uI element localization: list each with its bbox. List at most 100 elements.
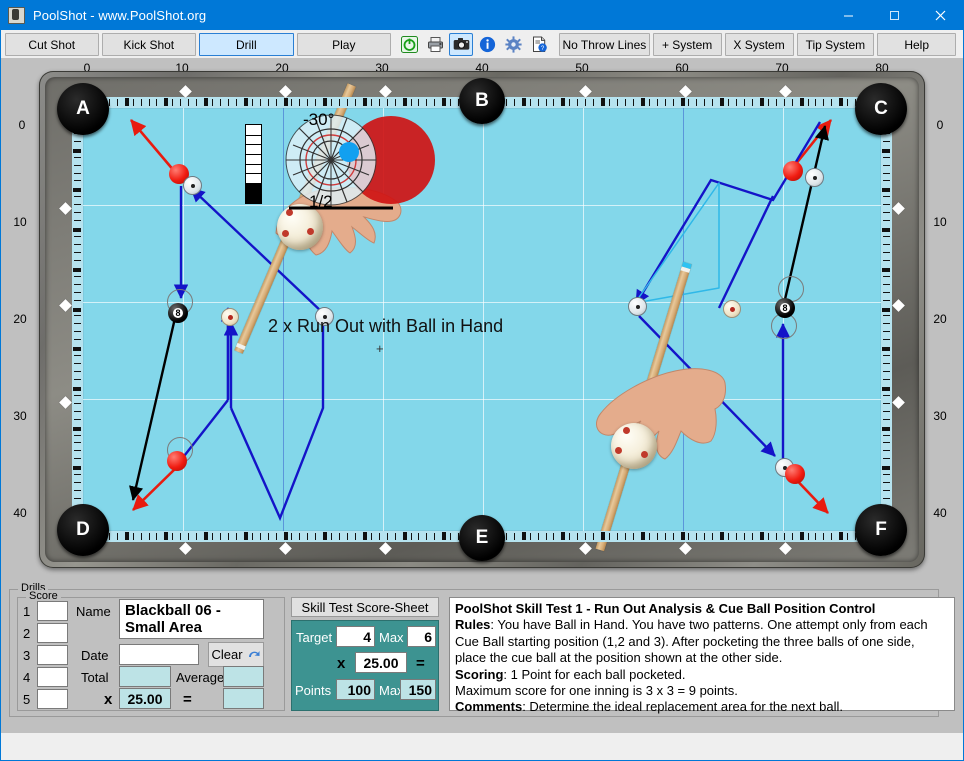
score-input-2[interactable] xyxy=(37,623,68,643)
scoring-label: Scoring xyxy=(455,666,504,682)
rules-label: Rules xyxy=(455,617,491,633)
ball-eight-right[interactable]: 8 xyxy=(775,298,795,318)
playfield[interactable]: 8 8 2 x Run Out with Ball in Hand + -30°… xyxy=(83,83,881,552)
points-label: Points xyxy=(295,683,332,698)
ball-ghost-right-top[interactable] xyxy=(805,168,824,187)
points-max-value: 150 xyxy=(408,681,432,698)
date-field[interactable] xyxy=(119,644,199,665)
power-meter[interactable] xyxy=(245,124,262,204)
contact-point-graphic xyxy=(285,114,435,210)
score-row-label-4: 4 xyxy=(23,670,31,685)
pocket-b[interactable]: B xyxy=(459,78,505,124)
button-no-throw-lines[interactable]: No Throw Lines xyxy=(559,33,650,56)
pocket-c[interactable]: C xyxy=(855,83,907,135)
button-x-system[interactable]: X System xyxy=(724,33,794,56)
target-max-label: Max xyxy=(379,630,404,645)
description-comments: Comments: Determine the ideal replacemen… xyxy=(455,699,949,715)
skill-multiplier-value: 25.00 xyxy=(363,654,399,671)
undo-arrow-icon xyxy=(248,650,260,657)
target-value: 4 xyxy=(363,628,371,645)
description-panel: PoolShot Skill Test 1 - Run Out Analysis… xyxy=(449,597,955,714)
ball-ghost-right-mid[interactable] xyxy=(628,297,647,316)
total-label: Total xyxy=(81,670,109,685)
ball-eight-left[interactable]: 8 xyxy=(168,303,188,323)
score-result-field[interactable] xyxy=(223,688,264,709)
ball-ghost-left-top[interactable] xyxy=(183,176,202,195)
rail-tick-left xyxy=(72,109,83,530)
description-heading: PoolShot Skill Test 1 - Run Out Analysis… xyxy=(455,601,876,616)
score-row-label-3: 3 xyxy=(23,648,31,663)
tab-drill[interactable]: Drill xyxy=(199,33,294,56)
tab-kick-shot[interactable]: Kick Shot xyxy=(101,33,197,56)
aim-diagram[interactable]: -30° 1/2 xyxy=(245,110,445,218)
ruler-right-40: 40 xyxy=(933,506,947,520)
ball-cream-right[interactable] xyxy=(723,300,741,318)
status-bar xyxy=(1,733,963,760)
aim-fraction-label: 1/2 xyxy=(309,192,333,211)
ruler-right-20: 20 xyxy=(933,312,947,326)
window-controls xyxy=(825,0,963,30)
score-input-1[interactable] xyxy=(37,601,68,621)
app-window: PoolShot - www.PoolShot.org Cut Shot Kic… xyxy=(0,0,964,761)
button-plus-system[interactable]: + System xyxy=(652,33,722,56)
pool-table-canvas[interactable]: 0 10 20 30 40 50 60 70 80 0 10 20 30 40 … xyxy=(1,58,963,583)
table-assembly: 8 8 2 x Run Out with Ball in Hand + -30°… xyxy=(39,71,925,568)
ruler-right-10: 10 xyxy=(933,215,947,229)
camera-icon[interactable] xyxy=(449,33,474,56)
pocket-f[interactable]: F xyxy=(855,504,907,556)
aim-angle-label: -30° xyxy=(303,110,335,129)
maximize-button[interactable] xyxy=(871,0,917,30)
tab-play[interactable]: Play xyxy=(296,33,392,56)
info-icon[interactable] xyxy=(475,33,500,56)
score-equals-label: = xyxy=(183,691,192,708)
pocket-a[interactable]: A xyxy=(57,83,109,135)
comments-label: Comments xyxy=(455,699,523,715)
clear-button[interactable]: Clear xyxy=(208,642,264,667)
tab-cut-shot[interactable]: Cut Shot xyxy=(5,33,99,56)
description-rules: Rules: You have Ball in Hand. You have t… xyxy=(455,617,949,666)
pocket-e[interactable]: E xyxy=(459,515,505,561)
pocket-d[interactable]: D xyxy=(57,504,109,556)
table-center-cross: + xyxy=(376,341,384,356)
name-label: Name xyxy=(76,604,111,619)
score-multiplier-value: 25.00 xyxy=(127,690,163,707)
total-value xyxy=(119,666,171,687)
score-input-5[interactable] xyxy=(37,689,68,709)
comments-text: : Determine the ideal replacement area f… xyxy=(522,699,844,715)
skill-equals-label: = xyxy=(416,655,425,672)
ruler-left-20: 20 xyxy=(13,312,27,326)
name-field-value: Blackball 06 - Small Area xyxy=(125,602,221,636)
description-max-line: Maximum score for one inning is 3 x 3 = … xyxy=(455,683,738,699)
gear-icon[interactable] xyxy=(501,33,526,56)
button-tip-system[interactable]: Tip System xyxy=(796,33,875,56)
score-input-3[interactable] xyxy=(37,645,68,665)
cue-ball-lower[interactable] xyxy=(611,423,657,469)
score-input-4[interactable] xyxy=(37,667,68,687)
score-row-label-5: 5 xyxy=(23,692,31,707)
power-icon[interactable] xyxy=(397,33,422,56)
ball-red-right-bottom[interactable] xyxy=(785,464,805,484)
minimize-button[interactable] xyxy=(825,0,871,30)
ball-red-left-bottom[interactable] xyxy=(167,451,187,471)
score-multiply-label: x xyxy=(104,691,113,708)
date-label: Date xyxy=(81,648,109,663)
ruler-right-0: 0 xyxy=(936,118,944,132)
score-row-label-1: 1 xyxy=(23,604,31,619)
target-label: Target xyxy=(296,630,333,645)
ball-cream-left[interactable] xyxy=(221,308,239,326)
button-help[interactable]: Help xyxy=(877,33,957,56)
drill-title-overlay: 2 x Run Out with Ball in Hand xyxy=(268,316,504,336)
ball-red-right-top[interactable] xyxy=(783,161,803,181)
printer-icon[interactable] xyxy=(423,33,448,56)
document-help-icon[interactable]: ? xyxy=(527,33,552,56)
skill-test-score-sheet-button[interactable]: Skill Test Score-Sheet xyxy=(291,597,439,617)
rules-text: : You have Ball in Hand. You have two pa… xyxy=(455,617,928,666)
rail-tick-right xyxy=(881,109,892,530)
skill-test-panel: Target 4 Max 6 x 25.00 = Points 100 Max … xyxy=(291,620,439,711)
points-value: 100 xyxy=(347,681,371,698)
title-bar: PoolShot - www.PoolShot.org xyxy=(1,0,963,30)
ruler-left-30: 30 xyxy=(13,409,27,423)
icon-button-group: ? xyxy=(397,33,553,56)
average-field[interactable] xyxy=(223,666,264,687)
close-button[interactable] xyxy=(917,0,963,30)
